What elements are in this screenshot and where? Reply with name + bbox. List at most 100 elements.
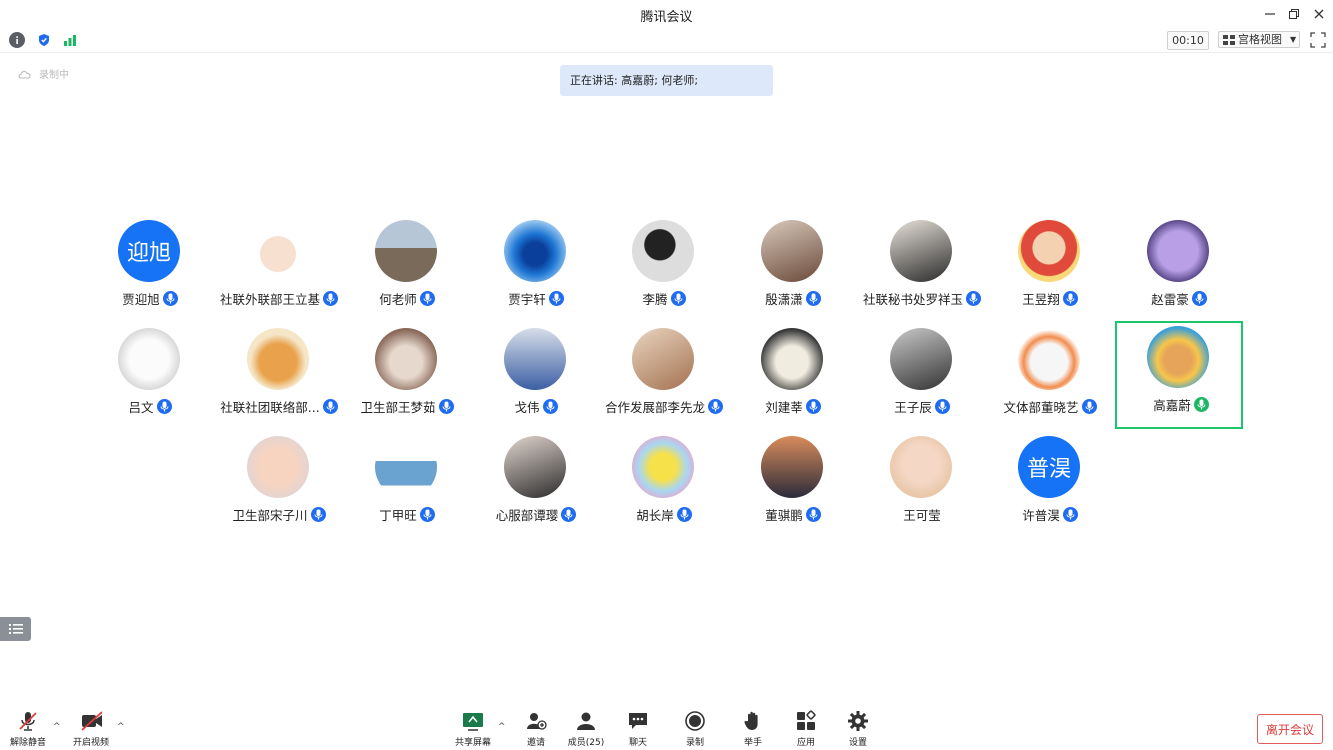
members-button[interactable]: 成员(25) [564,710,608,748]
avatar [761,220,823,282]
avatar [632,220,694,282]
raise-hand-button[interactable]: 举手 [731,710,775,748]
chevron-down-icon: ▼ [1290,35,1297,44]
mic-icon [419,507,435,522]
participant-name: 社联社团联络部... [220,400,320,415]
participant-tile[interactable]: 赵雷豪 [1115,215,1243,323]
share-screen-label: 共享屏幕 [454,738,491,748]
invite-label: 邀请 [526,738,545,748]
meeting-toolbar: 解除静音 ^ 开启视频 ^ 共享屏幕 ^ 邀请 成员(25) 聊天 录制 举手 … [0,700,1333,750]
camera-off-icon [80,710,102,732]
restore-button[interactable] [1284,4,1304,24]
sidebar-toggle-button[interactable] [0,617,31,641]
mic-icon [162,291,178,306]
meeting-timer: 00:10 [1167,31,1209,50]
record-icon [684,710,706,732]
mic-icon [805,291,821,306]
mic-icon [561,507,577,522]
mic-icon [805,507,821,522]
close-button[interactable] [1309,4,1329,24]
share-screen-button[interactable]: 共享屏幕 [451,710,495,748]
mic-icon [1062,507,1078,522]
apps-icon [795,710,817,732]
participant-name-row: 赵雷豪 [1095,289,1263,308]
status-bar: 00:10 宫格视图 ▼ [0,28,1333,53]
hand-icon [742,710,764,732]
share-screen-icon [462,710,484,732]
add-user-icon [525,710,547,732]
fullscreen-button[interactable] [1310,32,1326,48]
participant-name: 合作发展部李先龙 [604,400,705,415]
record-label: 录制 [685,738,704,748]
avatar [890,436,952,498]
participant-name: 李腾 [642,292,668,307]
participant-name: 胡长岸 [636,508,674,523]
participant-name: 何老师 [379,292,417,307]
info-icon[interactable] [9,32,25,48]
avatar [118,328,180,390]
chat-label: 聊天 [628,738,647,748]
participant-name: 吕文 [128,400,154,415]
avatar [504,220,566,282]
participant-name: 贾迎旭 [122,292,160,307]
recording-label: 录制中 [39,70,69,81]
mic-active-icon [1193,397,1209,412]
mic-icon [1081,399,1097,414]
apps-label: 应用 [796,738,815,748]
participant-name: 社联外联部王立基 [219,292,320,307]
invite-button[interactable]: 邀请 [514,710,558,748]
unmute-button[interactable]: 解除静音 [6,710,50,748]
participant-name: 殷潇潇 [765,292,803,307]
apps-button[interactable]: 应用 [784,710,828,748]
mic-icon [676,507,692,522]
avatar [890,328,952,390]
leave-meeting-button[interactable]: 离开会议 [1257,714,1323,744]
avatar [632,436,694,498]
avatar [504,328,566,390]
mic-icon [934,399,950,414]
mic-icon [670,291,686,306]
unmute-label: 解除静音 [9,738,46,748]
participant-name: 王可莹 [903,508,941,523]
participant-name-row: 高嘉蔚 [1097,395,1265,414]
avatar [761,436,823,498]
start-video-button[interactable]: 开启视频 [69,710,113,748]
title-bar: 腾讯会议 [0,0,1333,28]
signal-strength-icon[interactable] [62,32,78,48]
mic-icon [548,291,564,306]
participant-tile[interactable]: 普淏 许普淏 [986,431,1114,539]
participant-name: 刘建莘 [765,400,803,415]
security-shield-icon[interactable] [36,32,52,48]
participant-name: 许普淏 [1022,508,1060,523]
participant-name: 高嘉蔚 [1153,398,1191,413]
settings-button[interactable]: 设置 [836,710,880,748]
share-options-caret[interactable]: ^ [498,722,506,732]
avatar [761,328,823,390]
participant-name: 王子辰 [894,400,932,415]
restore-icon [1289,9,1299,19]
mic-icon [156,399,172,414]
avatar [1147,326,1209,388]
grid-view-icon [1223,34,1235,45]
view-mode-label: 宫格视图 [1238,33,1282,46]
participant-tile[interactable]: 文体部董晓艺 [986,323,1114,431]
start-video-label: 开启视频 [72,738,109,748]
view-mode-dropdown[interactable]: 宫格视图 ▼ [1218,31,1300,48]
mic-icon [805,399,821,414]
video-options-caret[interactable]: ^ [117,722,125,732]
avatar [375,436,437,498]
list-icon [8,624,23,634]
participant-name: 赵雷豪 [1151,292,1189,307]
participant-name: 社联秘书处罗祥玉 [862,292,963,307]
fullscreen-icon [1310,32,1326,48]
minimize-button[interactable] [1260,4,1280,24]
participant-tile[interactable]: 高嘉蔚 [1115,321,1243,429]
record-button[interactable]: 录制 [673,710,717,748]
participant-name: 文体部董晓艺 [1003,400,1079,415]
avatar [375,220,437,282]
chat-button[interactable]: 聊天 [616,710,660,748]
close-icon [1314,9,1324,19]
avatar [504,436,566,498]
audio-options-caret[interactable]: ^ [53,722,61,732]
mic-icon [542,399,558,414]
